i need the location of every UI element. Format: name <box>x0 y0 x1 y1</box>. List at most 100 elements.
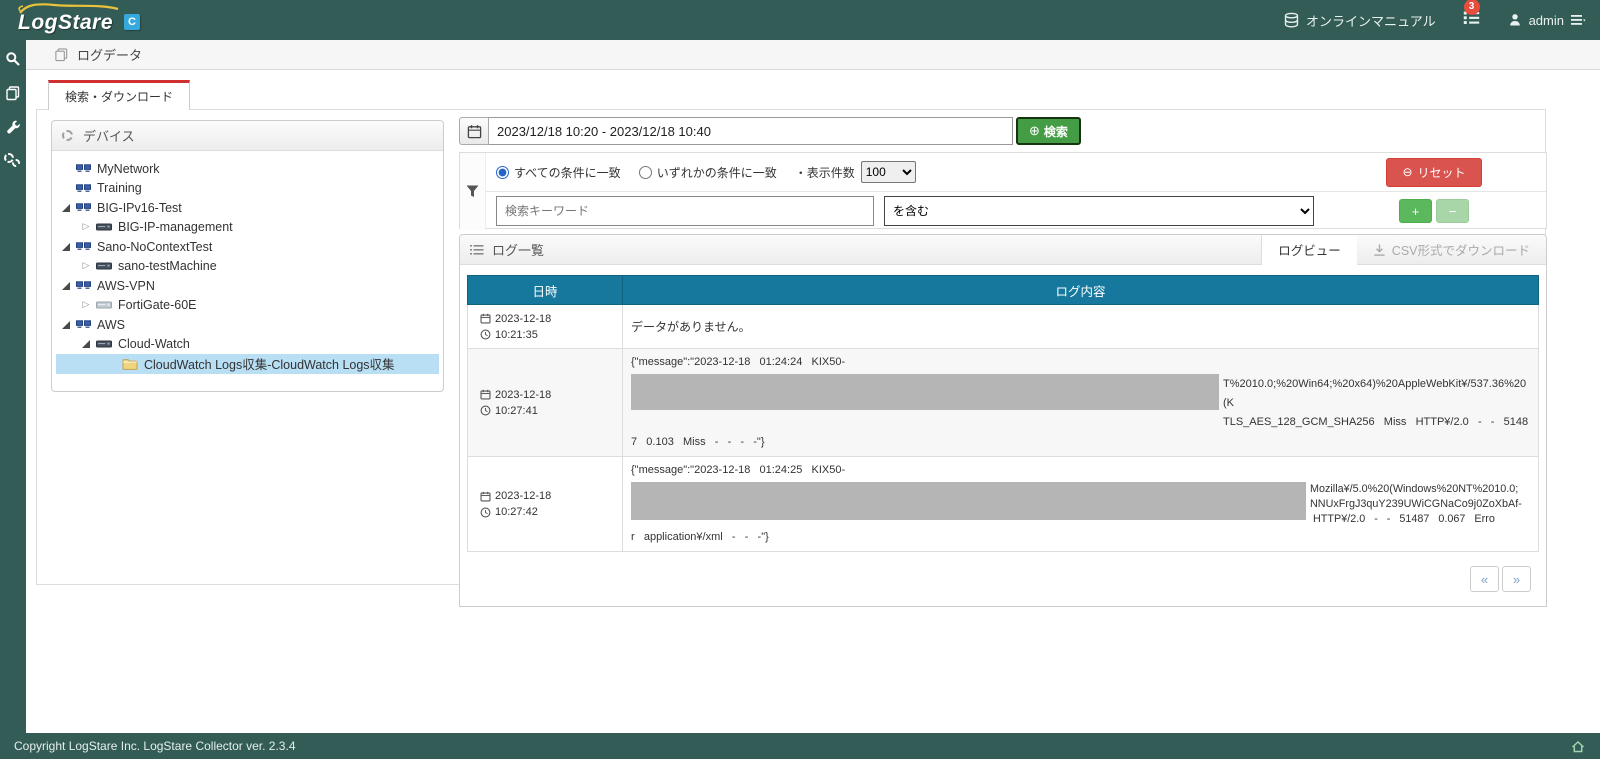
tree-item-fortigate-60e[interactable]: ▷ FortiGate-60E <box>56 296 439 316</box>
tree-item-bigipv16test[interactable]: BIG-IPv16-Test <box>56 198 439 218</box>
tree-item-training[interactable]: Training <box>56 179 439 199</box>
user-icon <box>1509 14 1520 26</box>
expander-expanded-icon[interactable] <box>60 320 72 329</box>
notification-button[interactable]: 3 <box>1462 0 1481 32</box>
log-row-datetime: 2023-12-18 10:21:35 <box>467 304 623 349</box>
expander-collapsed-icon[interactable]: ▷ <box>80 261 92 271</box>
tree-item-sano-nocontexttest[interactable]: Sano-NoContextTest <box>56 237 439 257</box>
tree-item-label: AWS-VPN <box>97 278 155 293</box>
filter-conditions-box: すべての条件に一致 いずれかの条件に一致 ・表示件数 100 ⊖ リセット 検索… <box>459 152 1547 230</box>
tree-item-aws[interactable]: AWS <box>56 315 439 335</box>
list-icon <box>470 244 484 255</box>
tab-logview[interactable]: ログビュー <box>1261 234 1357 265</box>
log-list-panel: ログ一覧 ログビュー CSV形式でダウンロード 日時 ログ内容 2023-12-… <box>459 234 1547 607</box>
remove-condition-button[interactable]: − <box>1436 199 1469 223</box>
device-panel-header: デバイス <box>52 121 443 151</box>
network-icon <box>76 164 91 173</box>
calendar-button[interactable] <box>459 117 489 145</box>
tree-item-label: BIG-IP-management <box>118 220 233 235</box>
tree-item-cloud-watch[interactable]: Cloud-Watch <box>56 335 439 355</box>
tree-item-label: Training <box>97 181 142 196</box>
tree-item-label: BIG-IPv16-Test <box>97 200 182 215</box>
log-row-datetime: 2023-12-18 10:27:41 <box>467 348 623 457</box>
condition-select[interactable]: を含む <box>884 196 1314 226</box>
collector-badge: C <box>124 14 140 30</box>
column-datetime: 日時 <box>467 275 623 305</box>
match-any-radio[interactable]: いずれかの条件に一致 <box>638 164 777 181</box>
brand-name: LogStare <box>18 11 114 34</box>
tree-item-bigip-management[interactable]: ▷ BIG-IP-management <box>56 218 439 238</box>
add-remove-cell: + − <box>1322 192 1546 230</box>
home-icon[interactable] <box>1570 739 1586 754</box>
date-search-row: ⊕ 検索 <box>459 117 1081 145</box>
tree-item-sano-testmachine[interactable]: ▷ sano-testMachine <box>56 257 439 277</box>
tree-item-label: Sano-NoContextTest <box>97 239 213 254</box>
expander-collapsed-icon[interactable]: ▷ <box>80 222 92 232</box>
notification-count-badge: 3 <box>1463 0 1480 15</box>
log-row-content: {"message":"2023-12-18 01:24:25 KIX50- M… <box>622 456 1539 552</box>
log-row-datetime: 2023-12-18 10:27:42 <box>467 456 623 552</box>
clock-icon <box>480 405 491 416</box>
database-icon <box>1284 12 1299 27</box>
match-all-radio[interactable]: すべての条件に一致 <box>496 164 621 181</box>
expander-expanded-icon[interactable] <box>80 340 92 349</box>
network-icon <box>76 320 91 329</box>
display-count-select[interactable]: 100 <box>860 161 916 183</box>
sidebar-search-button[interactable] <box>0 44 26 74</box>
left-nav-sidebar <box>0 40 26 733</box>
match-options-row: すべての条件に一致 いずれかの条件に一致 ・表示件数 100 <box>486 153 1322 192</box>
expander-expanded-icon[interactable] <box>60 242 72 251</box>
log-row-2: 2023-12-18 10:27:41 {"message":"2023-12-… <box>467 348 1539 457</box>
online-manual-link[interactable]: オンラインマニュアル <box>1283 11 1436 30</box>
network-icon <box>76 203 91 212</box>
tree-item-label: Cloud-Watch <box>118 337 190 352</box>
log-row-1: 2023-12-18 10:21:35 データがありません。 <box>467 304 1539 349</box>
search-button-label: 検索 <box>1043 124 1068 139</box>
network-icon <box>76 281 91 290</box>
main-content-panel: デバイス MyNetwork Training BIG-IPv16-Test ▷ <box>36 109 1547 607</box>
page-title: ログデータ <box>77 48 143 63</box>
sidebar-tools-button[interactable] <box>0 112 26 142</box>
sidebar-logdata-button[interactable] <box>0 78 26 108</box>
tab-logview-label: ログビュー <box>1278 244 1341 258</box>
expander-collapsed-icon[interactable]: ▷ <box>80 300 92 310</box>
log-list-header: ログ一覧 ログビュー CSV形式でダウンロード <box>460 234 1546 265</box>
tree-item-label: FortiGate-60E <box>118 298 197 313</box>
sidebar-settings-button[interactable] <box>0 146 26 176</box>
tree-item-label: AWS <box>97 317 126 332</box>
reset-button-label: リセット <box>1417 165 1466 180</box>
expander-expanded-icon[interactable] <box>60 203 72 212</box>
log-row-content: データがありません。 <box>622 304 1539 349</box>
match-all-label: すべての条件に一致 <box>514 165 621 180</box>
tab-search-download[interactable]: 検索・ダウンロード <box>48 80 191 110</box>
column-log-content: ログ内容 <box>622 275 1539 305</box>
top-bar: LogStare C オンラインマニュアル 3 admin <box>0 0 1600 40</box>
match-any-radio-input[interactable] <box>638 165 652 179</box>
pagination-prev-button[interactable]: « <box>1470 566 1499 592</box>
wrench-icon <box>7 120 20 134</box>
refresh-icon[interactable] <box>62 130 73 141</box>
search-button[interactable]: ⊕ 検索 <box>1016 117 1081 145</box>
pagination: « » <box>467 552 1539 592</box>
user-name: admin <box>1528 12 1564 28</box>
log-list-title: ログ一覧 <box>492 243 545 258</box>
reset-button[interactable]: ⊖ リセット <box>1386 157 1482 187</box>
tree-item-aws-vpn[interactable]: AWS-VPN <box>56 276 439 296</box>
keyword-row: を含む <box>486 192 1322 230</box>
pagination-next-button[interactable]: » <box>1502 566 1531 592</box>
match-all-radio-input[interactable] <box>496 165 509 179</box>
clock-icon <box>480 507 491 517</box>
keyword-input[interactable] <box>496 196 874 226</box>
date-range-input[interactable] <box>489 117 1013 145</box>
tree-item-mynetwork[interactable]: MyNetwork <box>56 159 439 179</box>
tree-item-cloudwatch-logs-selected[interactable]: CloudWatch Logs収集-CloudWatch Logs収集 <box>56 354 439 374</box>
tab-csv-download[interactable]: CSV形式でダウンロード <box>1357 235 1546 265</box>
pages-icon <box>6 86 20 101</box>
log-row-3: 2023-12-18 10:27:42 {"message":"2023-12-… <box>467 456 1539 552</box>
log-table-header-row: 日時 ログ内容 <box>467 275 1539 305</box>
funnel-icon <box>466 185 479 197</box>
add-condition-button[interactable]: + <box>1399 199 1432 223</box>
log-row-content: {"message":"2023-12-18 01:24:24 KIX50- T… <box>622 348 1539 457</box>
expander-expanded-icon[interactable] <box>60 281 72 290</box>
user-menu[interactable]: admin <box>1507 12 1586 28</box>
